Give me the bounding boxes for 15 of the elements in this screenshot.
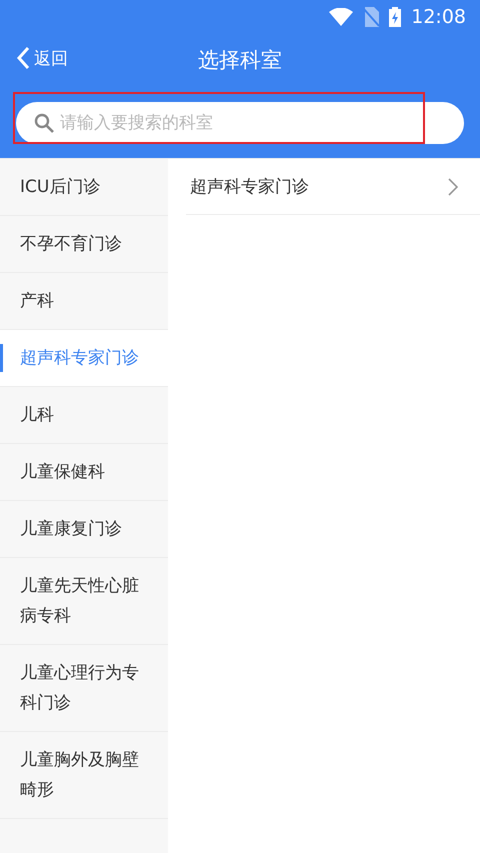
department-item[interactable]: 儿童保健科 [0, 444, 168, 501]
department-item[interactable]: 儿童心理行为专科门诊 [0, 645, 168, 732]
department-item[interactable]: 超声科专家门诊 [0, 330, 168, 387]
page-title: 选择科室 [198, 47, 282, 74]
department-item[interactable]: 儿童康复门诊 [0, 501, 168, 558]
department-item[interactable]: ICU后门诊 [0, 159, 168, 216]
department-item[interactable]: 儿童胸外及胸壁畸形 [0, 732, 168, 819]
back-button[interactable]: 返回 [16, 46, 68, 70]
search-field[interactable]: 请输入要搜索的科室 [16, 102, 464, 144]
department-item[interactable]: 儿童先天性心脏病专科 [0, 558, 168, 645]
department-item[interactable]: 不孕不育门诊 [0, 216, 168, 273]
status-time: 12:08 [411, 6, 466, 28]
clinic-row[interactable]: 超声科专家门诊 [186, 159, 480, 215]
clinic-name: 超声科专家门诊 [190, 176, 309, 198]
department-item[interactable]: 儿科 [0, 387, 168, 444]
